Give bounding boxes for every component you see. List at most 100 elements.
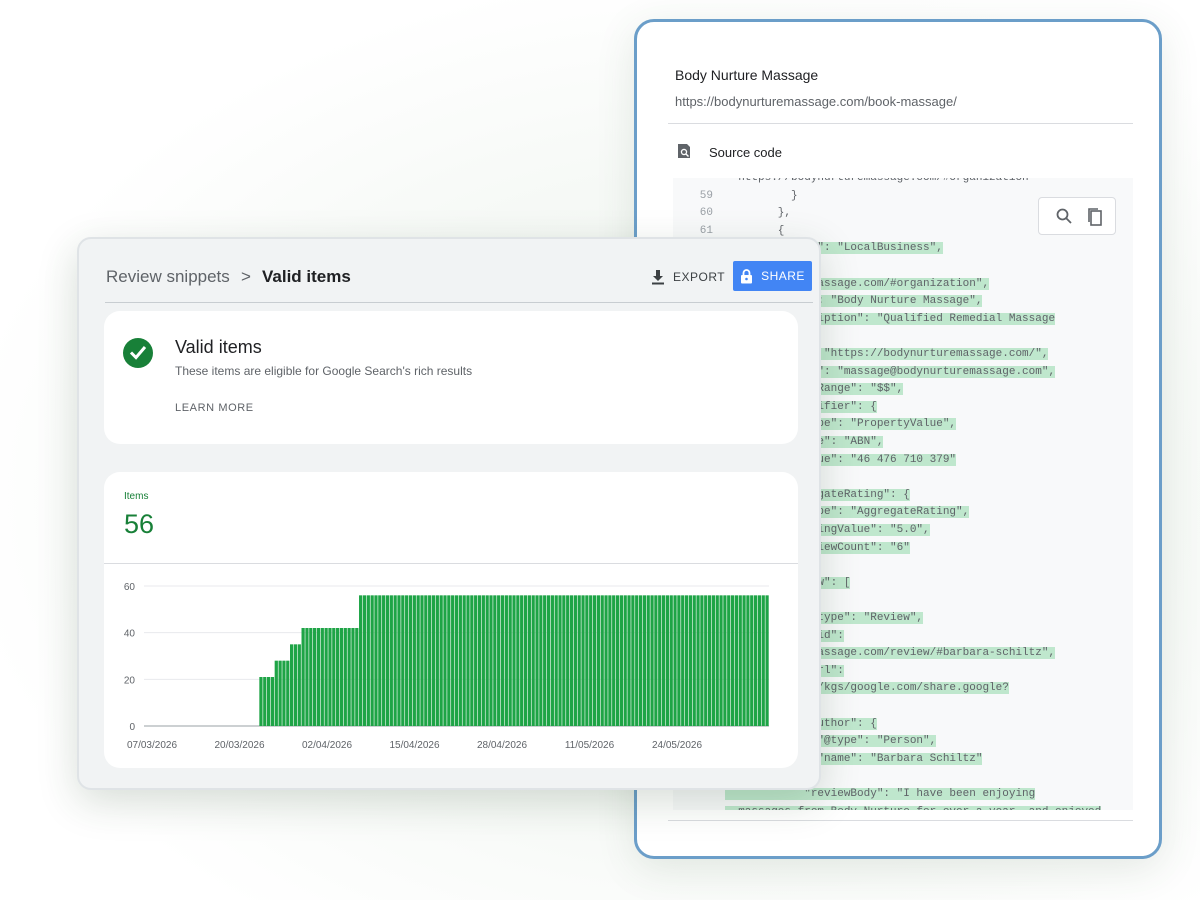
bar <box>581 595 585 726</box>
share-button[interactable]: SHARE <box>733 261 812 291</box>
bar <box>738 595 742 726</box>
bar <box>658 595 662 726</box>
bar <box>485 595 489 726</box>
bar <box>585 595 589 726</box>
bar <box>259 677 263 726</box>
line-number: 59 <box>699 189 713 202</box>
bar <box>577 595 581 726</box>
bar <box>612 595 616 726</box>
copy-icon[interactable] <box>1086 207 1104 227</box>
bar <box>520 595 524 726</box>
bar <box>704 595 708 726</box>
bar <box>339 628 344 726</box>
bar <box>512 595 516 726</box>
bar <box>274 660 278 726</box>
page-url[interactable]: https://bodynurturemassage.com/book-mass… <box>675 94 957 109</box>
bar <box>447 595 451 726</box>
valid-items-card: Valid items These items are eligible for… <box>104 311 798 444</box>
y-tick-label: 40 <box>124 629 136 640</box>
bar <box>451 595 455 726</box>
bar <box>270 677 275 726</box>
learn-more-link[interactable]: LEARN MORE <box>175 402 254 414</box>
bar <box>286 660 290 726</box>
bar <box>343 628 347 726</box>
bar <box>608 595 612 726</box>
bar <box>370 595 374 726</box>
bar <box>332 628 336 726</box>
breadcrumb-current: Valid items <box>262 267 351 286</box>
bar <box>688 595 693 726</box>
bar <box>727 595 731 726</box>
bar <box>677 595 681 726</box>
bar <box>313 628 317 726</box>
bar <box>443 595 447 726</box>
bar <box>366 595 370 726</box>
bar <box>382 595 386 726</box>
bar <box>765 595 769 726</box>
bar <box>673 595 677 726</box>
bar <box>642 595 647 726</box>
bar <box>500 595 505 726</box>
x-tick-label: 11/05/2026 <box>565 740 615 751</box>
bar <box>266 677 271 726</box>
bar <box>554 595 558 726</box>
check-circle-icon <box>123 338 153 368</box>
bar <box>723 595 727 726</box>
bar <box>730 595 735 726</box>
bar <box>416 595 420 726</box>
bar <box>715 595 719 726</box>
bar <box>635 595 639 726</box>
bar <box>374 595 378 726</box>
bar <box>405 595 409 726</box>
bar <box>412 595 416 726</box>
y-tick-label: 0 <box>129 722 135 733</box>
bar <box>692 595 696 726</box>
bar <box>615 595 620 726</box>
bar <box>336 628 340 726</box>
bar <box>516 595 520 726</box>
bar <box>439 595 443 726</box>
divider <box>104 563 798 564</box>
code-text: { <box>725 224 785 237</box>
bar <box>282 660 286 726</box>
bar <box>543 595 547 726</box>
breadcrumb-separator: > <box>241 267 251 286</box>
export-button[interactable]: EXPORT <box>651 262 725 292</box>
bar <box>424 595 428 726</box>
search-icon[interactable] <box>1055 207 1073 225</box>
bar <box>324 628 328 726</box>
bar <box>355 628 359 726</box>
bar <box>631 595 635 726</box>
code-text: massages from Body Nurture for over a ye… <box>725 805 1102 810</box>
bar <box>539 595 543 726</box>
bar <box>477 595 482 726</box>
valid-items-description: These items are eligible for Google Sear… <box>175 364 473 378</box>
y-tick-label: 20 <box>124 675 136 686</box>
bar <box>290 644 294 726</box>
bar <box>420 595 424 726</box>
bar <box>497 595 501 726</box>
items-count: 56 <box>124 509 155 539</box>
breadcrumb-review-snippets[interactable]: Review snippets <box>106 267 230 287</box>
bar <box>650 595 654 726</box>
bar <box>351 628 355 726</box>
bar <box>550 595 554 726</box>
bar <box>493 595 497 726</box>
bar <box>665 595 670 726</box>
divider <box>668 820 1133 821</box>
bar <box>397 595 401 726</box>
bar <box>746 595 750 726</box>
bar <box>546 595 551 726</box>
bar <box>604 595 608 726</box>
bar <box>328 628 332 726</box>
bar <box>508 595 512 726</box>
bar <box>458 595 462 726</box>
bar <box>531 595 535 726</box>
items-label: Items <box>124 491 149 502</box>
bar <box>523 595 528 726</box>
bar <box>742 595 746 726</box>
export-label: EXPORT <box>673 270 726 284</box>
bar <box>378 595 382 726</box>
code-text: } <box>725 189 798 202</box>
bar <box>573 595 577 726</box>
